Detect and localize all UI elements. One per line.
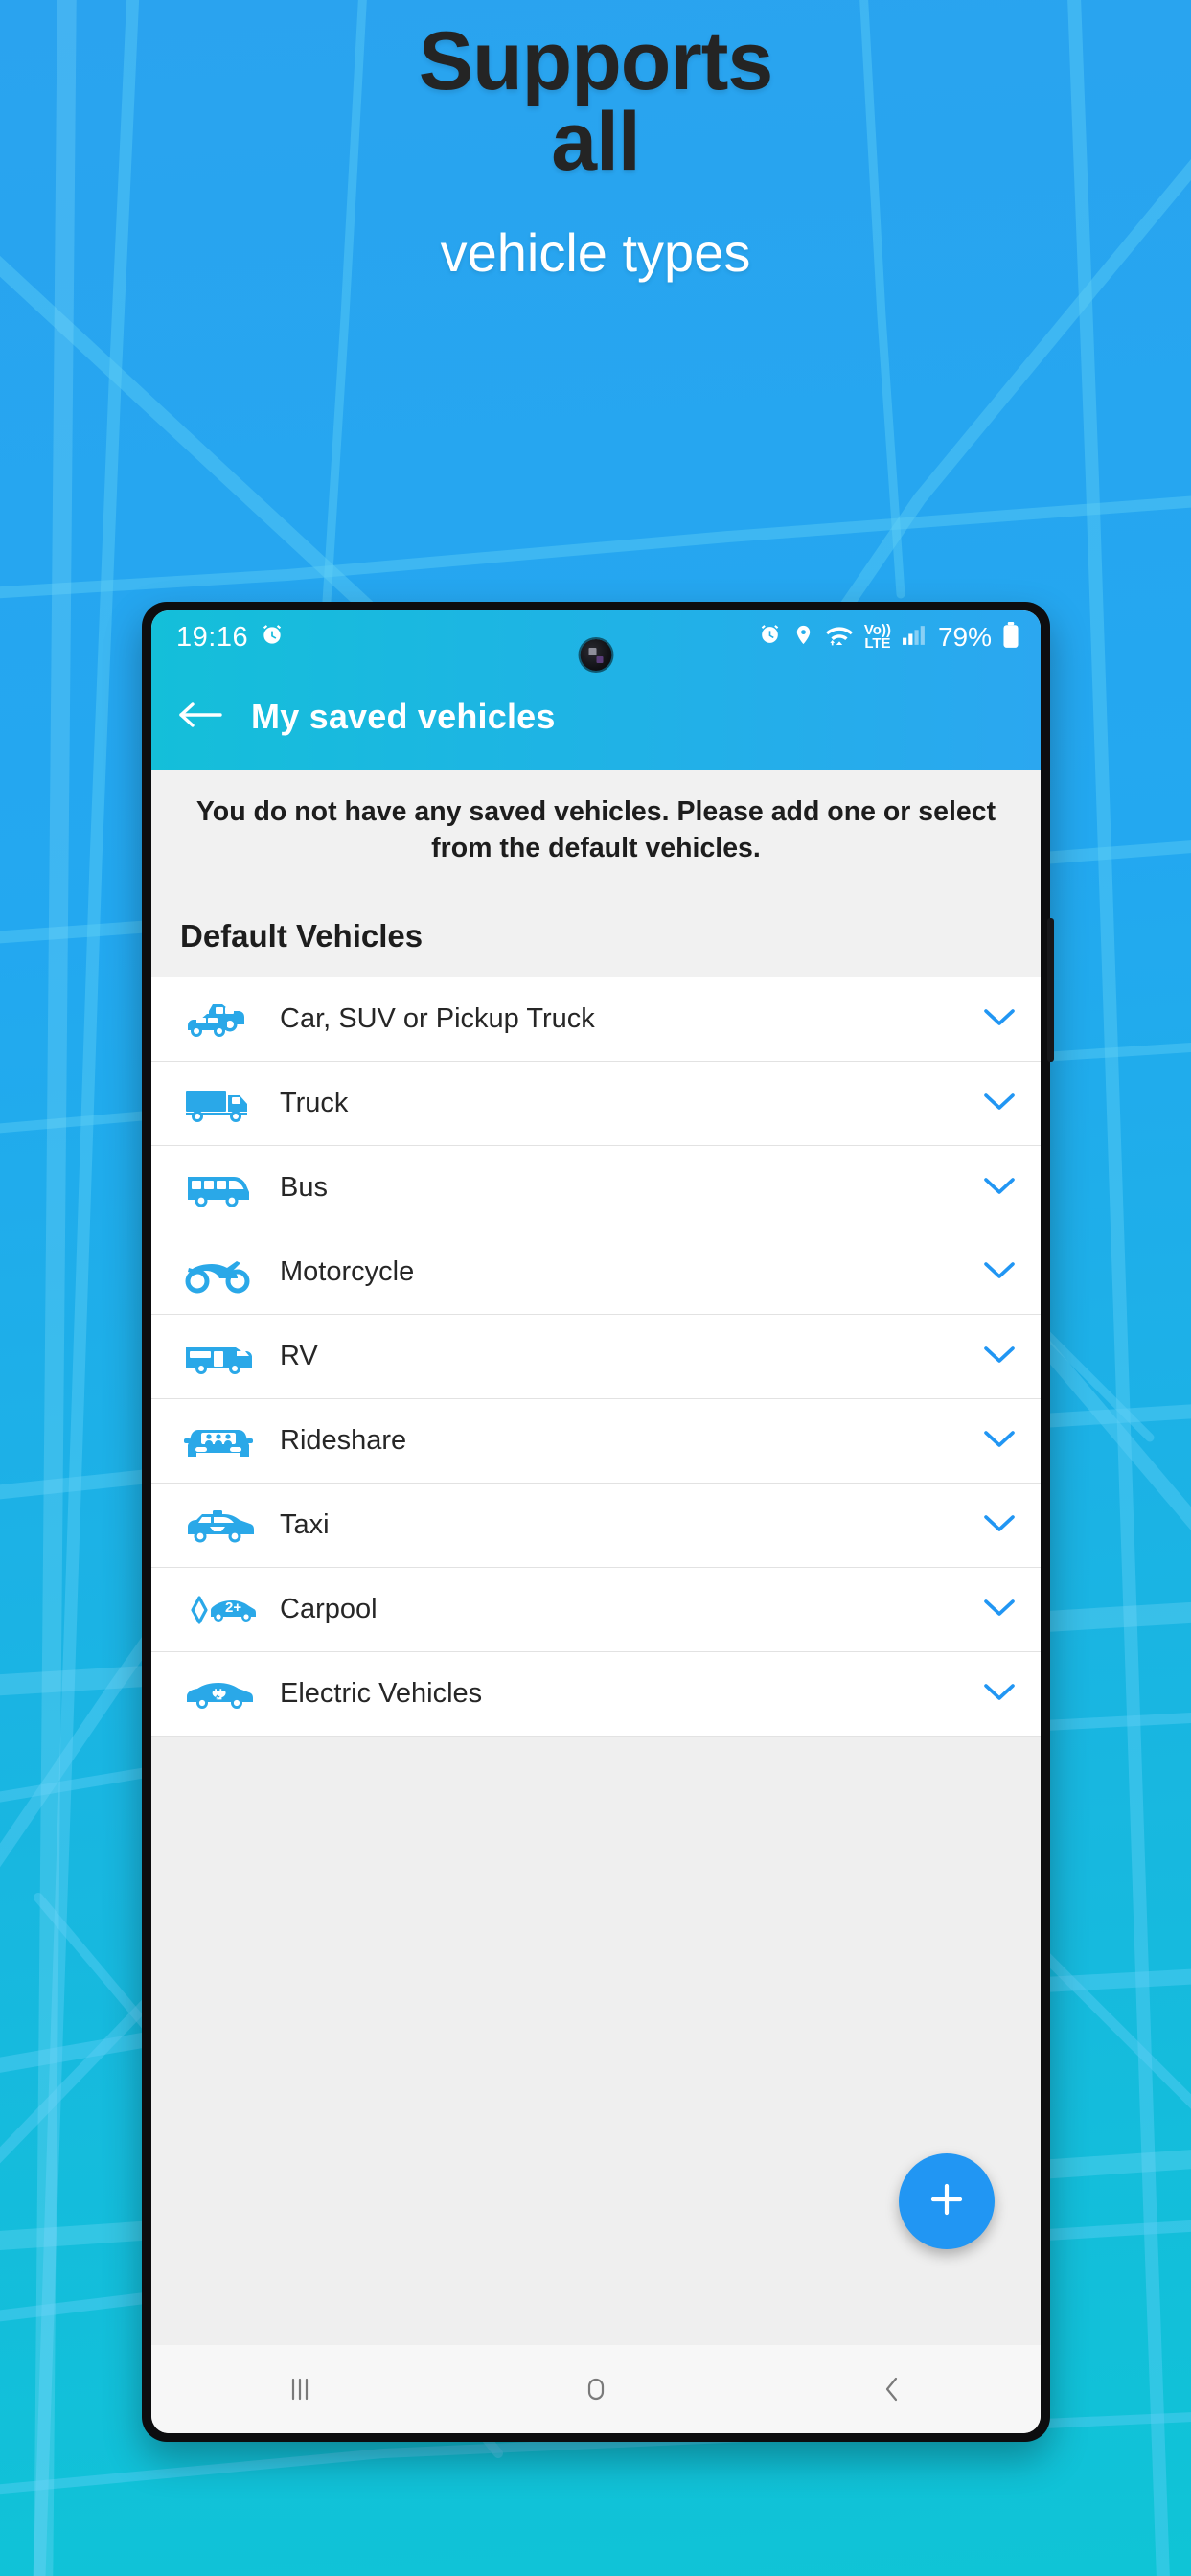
list-item-label: Truck: [280, 1088, 349, 1119]
add-vehicle-fab[interactable]: [899, 2153, 995, 2249]
chevron-down-icon[interactable]: [983, 1091, 1016, 1116]
system-navigation-bar: [151, 2345, 1041, 2433]
list-item-label: Rideshare: [280, 1425, 407, 1457]
page-title: My saved vehicles: [251, 697, 556, 736]
list-item-label: Motorcycle: [280, 1256, 415, 1288]
list-item-label: RV: [280, 1341, 318, 1372]
home-icon[interactable]: [534, 2345, 658, 2433]
default-vehicles-list: Car, SUV or Pickup Truck Truck Bus Motor…: [151, 978, 1041, 1737]
arrow-left-icon[interactable]: [178, 699, 222, 736]
section-title-default-vehicles: Default Vehicles: [151, 876, 1041, 978]
list-item-rideshare[interactable]: Rideshare: [151, 1399, 1041, 1484]
phone-topbar: 19:16 Vo)) LTE 79% My saved vehicles: [151, 610, 1041, 770]
list-item-label: Carpool: [280, 1594, 378, 1625]
punch-hole-camera: [580, 639, 612, 671]
phone-mockup: 19:16 Vo)) LTE 79% My saved vehicles You…: [142, 602, 1054, 2442]
bus-icon: [172, 1163, 264, 1213]
chevron-down-icon[interactable]: [983, 1175, 1016, 1201]
location-icon: [792, 623, 814, 652]
list-item-label: Bus: [280, 1172, 328, 1204]
volte-icon: Vo)) LTE: [864, 623, 891, 652]
list-item-label: Car, SUV or Pickup Truck: [280, 1003, 595, 1035]
screen-body: You do not have any saved vehicles. Plea…: [151, 770, 1041, 2345]
motorcycle-icon: [172, 1248, 264, 1298]
status-bar-right: Vo)) LTE 79%: [758, 621, 1019, 654]
list-item-taxi[interactable]: Taxi: [151, 1484, 1041, 1569]
signal-icon: [902, 623, 928, 652]
promo-title-line1: Supports: [418, 15, 773, 107]
rv-icon: [172, 1332, 264, 1382]
plus-icon: [925, 2177, 969, 2226]
chevron-down-icon[interactable]: [983, 1597, 1016, 1622]
list-item-rv[interactable]: RV: [151, 1315, 1041, 1400]
truck-icon: [172, 1079, 264, 1129]
list-item-bus[interactable]: Bus: [151, 1146, 1041, 1231]
list-item-car-suv-pickup[interactable]: Car, SUV or Pickup Truck: [151, 978, 1041, 1063]
carpool-icon: 2+: [172, 1585, 264, 1635]
promo-text-block: Supports all vehicle types: [0, 15, 1191, 284]
battery-icon: [1002, 621, 1019, 654]
recents-icon[interactable]: [238, 2345, 362, 2433]
list-item-motorcycle[interactable]: Motorcycle: [151, 1230, 1041, 1316]
phone-screen: 19:16 Vo)) LTE 79% My saved vehicles You…: [151, 610, 1041, 2433]
status-bar: 19:16 Vo)) LTE 79%: [151, 610, 1041, 671]
rideshare-icon: [172, 1416, 264, 1466]
alarm-icon: [758, 623, 782, 652]
taxi-icon: [172, 1501, 264, 1551]
chevron-down-icon[interactable]: [983, 1344, 1016, 1369]
volte-bottom-label: LTE: [864, 635, 891, 652]
empty-state-notice: You do not have any saved vehicles. Plea…: [151, 770, 1041, 877]
chevron-down-icon[interactable]: [983, 1259, 1016, 1285]
status-bar-left: 19:16: [176, 622, 285, 654]
alarm-icon: [260, 623, 285, 653]
promo-screenshot: Supports all vehicle types 19:16 Vo)) LT…: [0, 0, 1191, 2576]
car-pickup-icon: [172, 995, 264, 1045]
chevron-down-icon[interactable]: [983, 1681, 1016, 1707]
electric-vehicle-icon: [172, 1669, 264, 1719]
promo-title-line2: all: [551, 96, 641, 189]
list-item-electric-vehicles[interactable]: Electric Vehicles: [151, 1652, 1041, 1737]
promo-subtitle: vehicle types: [440, 221, 751, 283]
battery-percent: 79%: [937, 622, 992, 652]
chevron-down-icon[interactable]: [983, 1006, 1016, 1032]
list-item-truck[interactable]: Truck: [151, 1062, 1041, 1147]
chevron-down-icon[interactable]: [983, 1512, 1016, 1538]
svg-text:2+: 2+: [225, 1599, 241, 1616]
list-item-label: Electric Vehicles: [280, 1678, 483, 1710]
back-chevron-icon[interactable]: [830, 2345, 954, 2433]
empty-area: [151, 1736, 1041, 2345]
list-item-carpool[interactable]: 2+ Carpool: [151, 1568, 1041, 1653]
app-bar: My saved vehicles: [151, 664, 1041, 770]
wifi-icon: [825, 623, 854, 653]
chevron-down-icon[interactable]: [983, 1428, 1016, 1454]
status-time: 19:16: [176, 621, 249, 653]
list-item-label: Taxi: [280, 1509, 330, 1541]
